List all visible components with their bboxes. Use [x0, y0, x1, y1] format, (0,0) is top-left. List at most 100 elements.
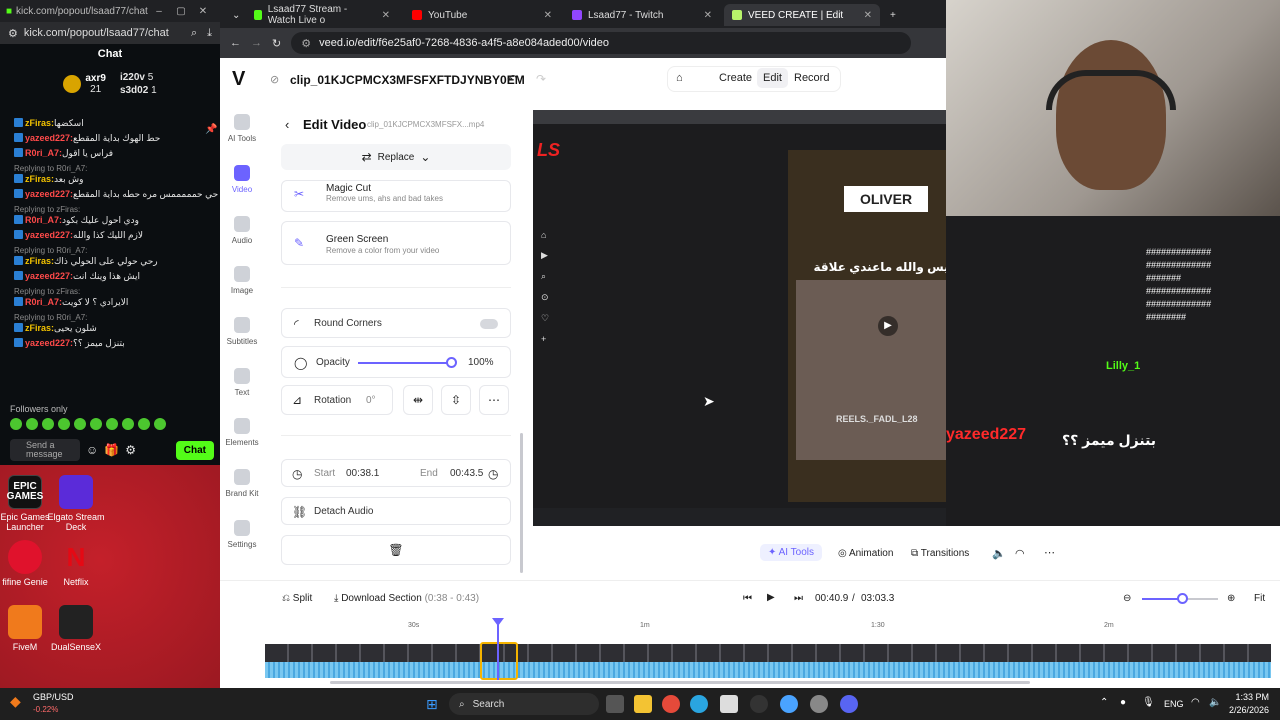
emote-bar[interactable] — [10, 418, 166, 430]
selected-clip-segment[interactable] — [480, 642, 518, 680]
tab-kick[interactable]: Lsaad77 Stream - Watch Live o ✕ — [246, 4, 398, 26]
skip-back-icon[interactable]: ⏮ — [743, 593, 752, 604]
sidebar-item-image[interactable]: Image — [220, 266, 264, 295]
opacity-value[interactable]: 100% — [468, 357, 494, 368]
rotation-input[interactable]: 0° — [366, 395, 376, 406]
chat-message[interactable]: yazeed227:ايش هذا وينك انت — [0, 269, 220, 284]
close-tab-icon[interactable]: ✕ — [544, 10, 552, 21]
ai-tools-button[interactable]: ✦ AI Tools — [760, 544, 822, 561]
sidebar-item-text[interactable]: Text — [220, 368, 264, 397]
tab-list-icon[interactable]: ⌄ — [224, 4, 244, 26]
clock-time[interactable]: 1:33 PM — [1233, 692, 1269, 702]
windows-start-icon[interactable]: ⊞ — [426, 696, 438, 713]
chat-message[interactable]: zFiras:اسكضها — [0, 116, 220, 131]
chat-username[interactable]: zFiras: — [25, 118, 54, 128]
round-corners-toggle[interactable] — [480, 319, 498, 329]
desktop-icon-elgato[interactable]: Elgato Stream Deck — [44, 475, 108, 532]
maximize-icon[interactable]: ▢ — [170, 6, 192, 17]
app-icon[interactable] — [810, 695, 828, 713]
animation-button[interactable]: ◎ Animation — [838, 548, 893, 559]
delete-button[interactable]: 🗑 — [281, 535, 511, 565]
sidebar-item-elements[interactable]: Elements — [220, 418, 264, 447]
sidebar-item-subtitles[interactable]: Subtitles — [220, 317, 264, 346]
redo-icon[interactable]: ↷ — [536, 72, 546, 86]
chat-send-button[interactable]: Chat — [175, 440, 214, 460]
tray-app-icon[interactable]: ● — [1120, 697, 1126, 708]
timeline-scrollbar[interactable] — [330, 681, 1030, 684]
tab-veed[interactable]: VEED CREATE | Edit ✕ — [724, 4, 880, 26]
reload-icon[interactable]: ↻ — [272, 37, 281, 50]
file-explorer-icon[interactable] — [634, 695, 652, 713]
tab-twitch[interactable]: Lsaad77 - Twitch ✕ — [564, 4, 720, 26]
chat-message[interactable]: Replying to R0ri_A7: zFiras:شلون يحيى — [0, 310, 220, 336]
tray-chevron-icon[interactable]: ⌃ — [1100, 697, 1108, 708]
site-info-icon[interactable]: ⚙ — [301, 37, 311, 50]
volume-icon[interactable]: 🔈 — [992, 547, 1006, 560]
chat-username[interactable]: R0ri_A7: — [25, 215, 62, 225]
chat-message[interactable]: R0ri_A7:فراس يا اقول — [0, 146, 220, 161]
play-icon[interactable]: ▶ — [878, 316, 898, 336]
close-icon[interactable]: ✕ — [192, 6, 214, 17]
taskbar-search[interactable]: ⌕ Search — [449, 693, 599, 715]
chat-username[interactable]: zFiras: — [25, 174, 54, 184]
nav-create[interactable]: Create — [719, 72, 752, 84]
chat-message[interactable]: yazeed227:يحي حي حمممممس مره حطه بداية ا… — [0, 187, 220, 202]
volume-icon[interactable]: 🔈 — [1209, 697, 1221, 708]
chat-username[interactable]: yazeed227: — [25, 338, 73, 348]
send-message-input[interactable]: Send a message — [10, 439, 80, 461]
back-icon[interactable]: ← — [230, 37, 241, 49]
clock-icon[interactable]: ◷ — [488, 467, 498, 481]
project-title[interactable]: clip_01KJCPMCX3MFSFXFTDJYNBY0EM — [290, 73, 525, 87]
language-indicator[interactable]: ENG — [1164, 699, 1184, 709]
end-time-input[interactable]: 00:43.5 — [450, 468, 483, 479]
playhead-handle[interactable] — [492, 618, 504, 626]
ticker-name[interactable]: GBP/USD — [33, 692, 74, 702]
sidebar-item-video[interactable]: Video — [220, 165, 264, 194]
download-icon[interactable]: ⤓ — [207, 27, 212, 40]
sidebar-item-brand-kit[interactable]: Brand Kit — [220, 469, 264, 498]
opacity-slider[interactable] — [358, 362, 452, 364]
task-view-icon[interactable] — [606, 695, 624, 713]
panel-scrollbar[interactable] — [520, 433, 523, 573]
wifi-icon[interactable]: ◠ — [1191, 697, 1200, 708]
chat-username[interactable]: yazeed227: — [25, 189, 73, 199]
home-icon[interactable]: ⌂ — [676, 72, 683, 84]
video-preview[interactable]: LS OLIVER ابليس والله ماعندي علاقة ▶ REE… — [533, 110, 946, 526]
gifter-3[interactable]: s3d02 1 — [120, 85, 157, 96]
chat-username[interactable]: zFiras: — [25, 323, 54, 333]
chat-username[interactable]: R0ri_A7: — [25, 297, 62, 307]
fit-button[interactable]: Fit — [1254, 593, 1265, 604]
url-field[interactable]: ⚙ veed.io/edit/f6e25af0-7268-4836-a4f5-a… — [291, 32, 912, 54]
speed-icon[interactable]: ◠ — [1015, 547, 1025, 560]
green-screen-card[interactable]: ✎ Green Screen Remove a color from your … — [281, 221, 511, 265]
gift-icon[interactable]: 🎁 — [104, 443, 119, 457]
more-options-button[interactable]: ⋯ — [479, 385, 509, 415]
close-tab-icon[interactable]: ✕ — [382, 10, 390, 21]
desktop-icon-dualsensex[interactable]: DualSenseX — [44, 605, 108, 652]
split-button[interactable]: ⎌ Split — [282, 593, 312, 604]
playhead[interactable] — [497, 620, 499, 680]
zoom-in-icon[interactable]: ⊕ — [1227, 593, 1235, 604]
clock-date[interactable]: 2/26/2026 — [1227, 705, 1269, 715]
sidebar-item-ai-tools[interactable]: AI Tools — [220, 114, 264, 143]
microphone-icon[interactable]: 🎙 — [1142, 697, 1155, 708]
magic-cut-card[interactable]: ✂ Magic Cut Remove ums, ahs and bad take… — [281, 180, 511, 212]
start-time-input[interactable]: 00:38.1 — [346, 468, 379, 479]
replace-button[interactable]: ⇄ Replace ⌄ — [281, 144, 511, 170]
gifter-1[interactable]: axr9 21 — [63, 73, 106, 95]
chat-username[interactable]: yazeed227: — [25, 133, 73, 143]
settings-icon[interactable]: ⚙ — [125, 443, 136, 457]
forward-icon[interactable]: → — [251, 37, 262, 49]
detach-audio-button[interactable]: ⛓ Detach Audio — [281, 497, 511, 525]
site-settings-icon[interactable]: ⚙ — [8, 27, 18, 40]
obs-icon[interactable] — [750, 695, 768, 713]
veed-logo[interactable]: V — [232, 68, 245, 91]
chat-message[interactable]: Replying to R0ri_A7: zFiras:رحي حولي على … — [0, 243, 220, 269]
play-button[interactable]: ▶ — [767, 592, 775, 603]
new-tab-button[interactable]: + — [882, 4, 902, 26]
download-section-button[interactable]: ⤓ Download Section (0:38 - 0:43) — [334, 593, 479, 604]
audio-waveform[interactable] — [265, 662, 1271, 678]
chat-username[interactable]: yazeed227: — [25, 271, 73, 281]
chrome-active-icon[interactable] — [780, 695, 798, 713]
minimize-icon[interactable]: – — [148, 6, 170, 17]
